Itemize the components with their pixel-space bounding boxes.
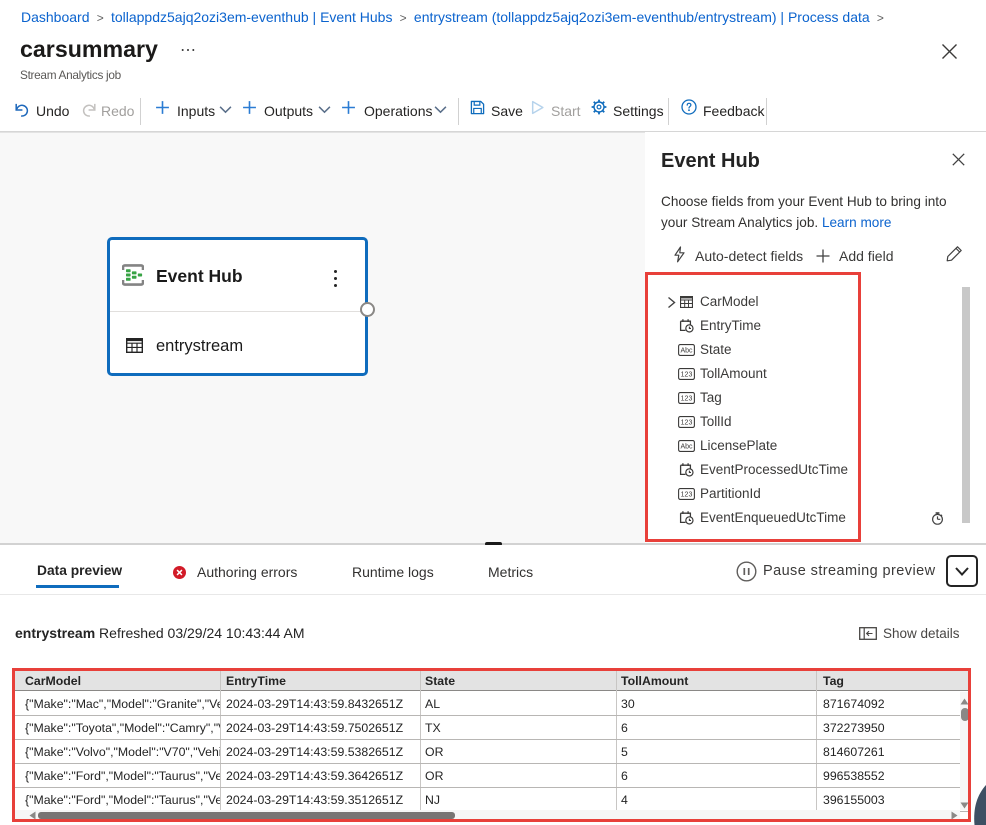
svg-text:123: 123 [681, 372, 693, 379]
svg-text:123: 123 [681, 420, 693, 427]
svg-text:Abc: Abc [680, 444, 693, 451]
svg-text:Abc: Abc [680, 348, 693, 355]
svg-text:123: 123 [681, 492, 693, 499]
svg-text:123: 123 [681, 396, 693, 403]
